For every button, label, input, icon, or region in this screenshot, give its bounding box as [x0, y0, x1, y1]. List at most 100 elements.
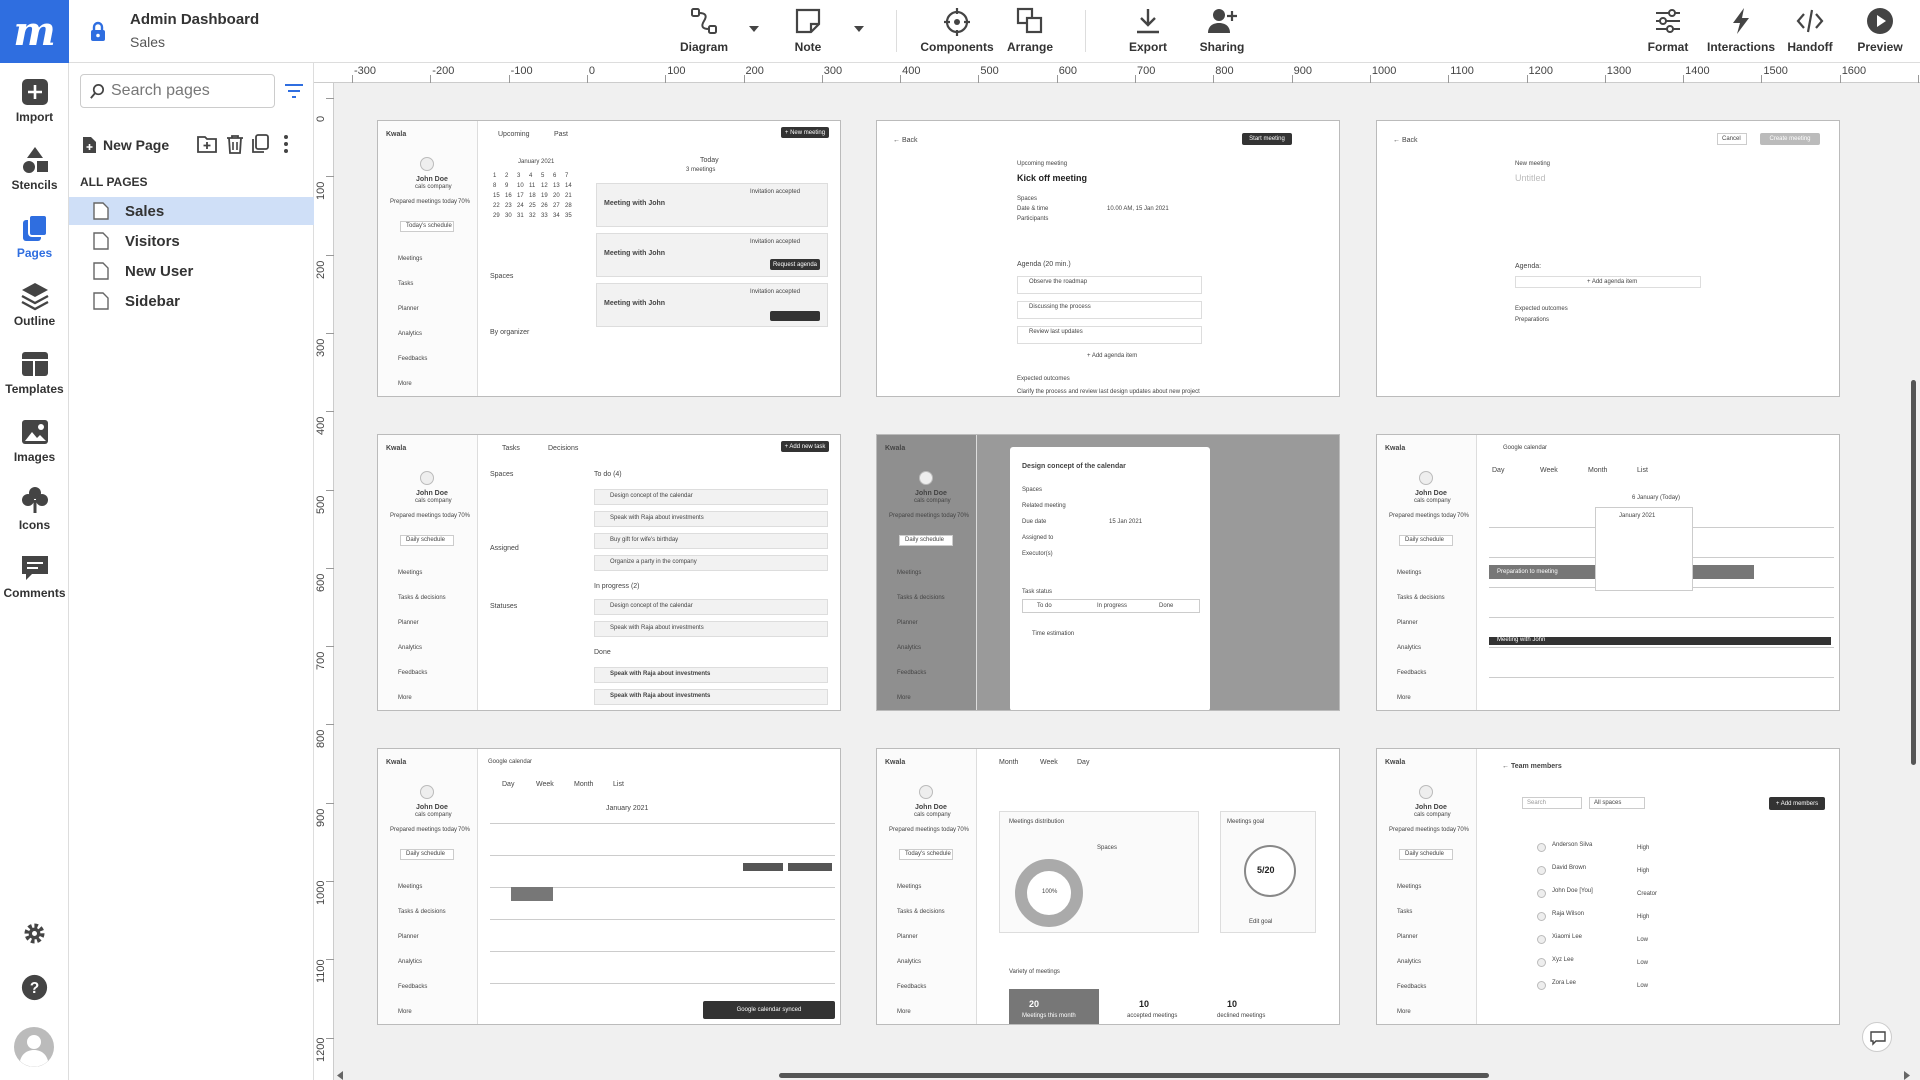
outline-button[interactable]: Outline [0, 281, 69, 328]
thumb-member-avatar [1537, 866, 1546, 875]
thumb-text: Google calendar [488, 759, 533, 765]
diagram-label: Diagram [679, 40, 729, 54]
page-thumbnail[interactable]: Kwala John Doe cals company Prepared meetin… [377, 748, 841, 1025]
format-button[interactable]: Format [1648, 6, 1688, 58]
delete-icon[interactable] [224, 133, 246, 155]
thumb-modal-field: Due date [1022, 519, 1047, 525]
import-button[interactable]: Import [0, 77, 69, 124]
page-item-sidebar[interactable]: Sidebar [69, 287, 314, 315]
templates-button[interactable]: Templates [0, 349, 69, 396]
page-thumbnail[interactable]: ← Back Cancel Create meeting New meeting Unt… [1376, 120, 1840, 397]
thumb-app-name: Kwala [1385, 445, 1406, 452]
thumb-task-label: Speak with Raja about investments [610, 693, 711, 699]
search-pages-input[interactable] [111, 80, 271, 102]
page-thumbnail[interactable]: Kwala John Doe cals company Prepared meetin… [377, 120, 841, 397]
page-thumbnail[interactable]: Kwala John Doe cals company Prepared meetin… [1376, 748, 1840, 1025]
page-item-visitors[interactable]: Visitors [69, 227, 314, 255]
note-button[interactable]: Note [790, 6, 826, 58]
ruler-tick [1526, 75, 1528, 83]
templates-label: Templates [5, 382, 64, 396]
lock-icon[interactable] [88, 20, 108, 42]
app-logo[interactable]: m [0, 0, 69, 63]
ruler-tick-label: 900 [315, 808, 327, 827]
horizontal-scrollbar[interactable] [779, 1073, 1489, 1078]
components-label: Components [920, 40, 994, 54]
scroll-right-icon[interactable] [1903, 1071, 1911, 1080]
stencils-button[interactable]: Stencils [0, 145, 69, 192]
settings-gear-icon[interactable] [22, 921, 47, 946]
thumb-nav-item: More [398, 695, 412, 701]
thumb-text: Participants [1017, 216, 1049, 222]
page-item-sales[interactable]: Sales [69, 197, 314, 225]
ruler-tick-label: 500 [980, 65, 999, 77]
icons-button[interactable]: Icons [0, 485, 69, 532]
thumb-text: By organizer [490, 329, 530, 336]
thumb-app-name: Kwala [386, 445, 407, 452]
vertical-scrollbar[interactable] [1911, 380, 1916, 765]
comments-button[interactable]: Comments [0, 553, 69, 600]
thumb-popup-calendar [1595, 507, 1693, 591]
handoff-button[interactable]: Handoff [1787, 6, 1833, 58]
thumb-tab: Decisions [548, 445, 579, 452]
page-thumbnail[interactable]: Kwala John Doe cals company Prepared meetin… [876, 434, 1340, 711]
thumb-nav-item: Feedbacks [398, 356, 428, 362]
search-pages-field[interactable] [80, 74, 275, 108]
preview-button[interactable]: Preview [1857, 6, 1903, 58]
export-button[interactable]: Export [1128, 6, 1168, 58]
scroll-left-icon[interactable] [336, 1071, 344, 1080]
thumb-member-name: John Doe [You] [1552, 888, 1593, 894]
thumb-nav-item: More [897, 1009, 911, 1015]
thumb-nav-item: Planner [897, 934, 918, 940]
page-thumbnail[interactable]: Kwala John Doe cals company Prepared meetin… [1376, 434, 1840, 711]
thumb-member-name: Zora Lee [1552, 980, 1577, 986]
new-page-button[interactable]: New Page [81, 133, 169, 157]
ruler-tick-label: 1400 [1685, 65, 1710, 77]
thumb-agenda-label: Observe the roadmap [1029, 279, 1088, 285]
diagram-button[interactable]: Diagram [680, 6, 728, 58]
thumb-schedule-label: Daily schedule [1405, 537, 1445, 543]
help-icon[interactable]: ? [21, 974, 48, 1001]
thumb-nav-item: Meetings [398, 884, 423, 890]
thumb-nav-item: More [398, 381, 412, 387]
thumb-modal-title: Design concept of the calendar [1022, 463, 1126, 470]
thumb-text: To do (4) [594, 471, 622, 478]
diagram-dropdown-icon[interactable] [747, 22, 761, 36]
page-thumbnail[interactable]: Kwala John Doe cals company Prepared meetin… [377, 434, 841, 711]
thumb-modal-field: Spaces [1022, 487, 1043, 493]
horizontal-ruler: -300 -200 -100 0 100 200 300 400 500 600 700 800 900… [314, 63, 1920, 83]
page-item-new-user[interactable]: New User [69, 257, 314, 285]
thumb-company: cals company [1414, 812, 1451, 818]
duplicate-icon[interactable] [249, 133, 271, 155]
current-page-name: Sales [130, 34, 166, 50]
thumb-agenda-label: Review last updates [1029, 329, 1083, 335]
interactions-button[interactable]: Interactions [1707, 6, 1775, 58]
components-button[interactable]: Components [920, 6, 994, 58]
thumb-member-avatar [1537, 958, 1546, 967]
ruler-tick [665, 75, 667, 83]
document-title[interactable]: Admin Dashboard [130, 11, 259, 28]
thumb-nav-item: Tasks & decisions [897, 595, 945, 601]
sharing-button[interactable]: Sharing [1197, 6, 1247, 58]
new-folder-icon[interactable] [196, 133, 218, 155]
ruler-tick [326, 881, 334, 882]
page-thumbnail[interactable]: ← Back Start meeting Upcoming meeting Kick … [876, 120, 1340, 397]
chat-button[interactable] [1862, 1022, 1892, 1052]
thumb-user-name: John Doe [1415, 490, 1447, 497]
note-dropdown-icon[interactable] [852, 22, 866, 36]
images-button[interactable]: Images [0, 417, 69, 464]
arrange-button[interactable]: Arrange [1007, 6, 1053, 58]
design-canvas[interactable]: -300 -200 -100 0 100 200 300 400 500 600 700 800 900… [314, 63, 1920, 1080]
thumb-app-name: Kwala [885, 445, 906, 452]
ruler-tick-label: 0 [315, 115, 327, 122]
page-thumbnail[interactable]: Kwala John Doe cals company Prepared meetin… [876, 748, 1340, 1025]
thumb-cal-day: 26 [541, 203, 548, 209]
thumb-text: In progress [1097, 603, 1128, 609]
thumb-tab: Day [1077, 759, 1090, 766]
thumb-text: Meetings goal [1227, 819, 1265, 825]
user-avatar[interactable] [14, 1027, 54, 1067]
more-vertical-icon[interactable] [275, 133, 297, 155]
thumb-text: Date & time [1017, 206, 1049, 212]
filter-icon[interactable] [284, 83, 304, 99]
pages-button[interactable]: Pages [0, 213, 69, 260]
thumb-member-avatar [1537, 981, 1546, 990]
